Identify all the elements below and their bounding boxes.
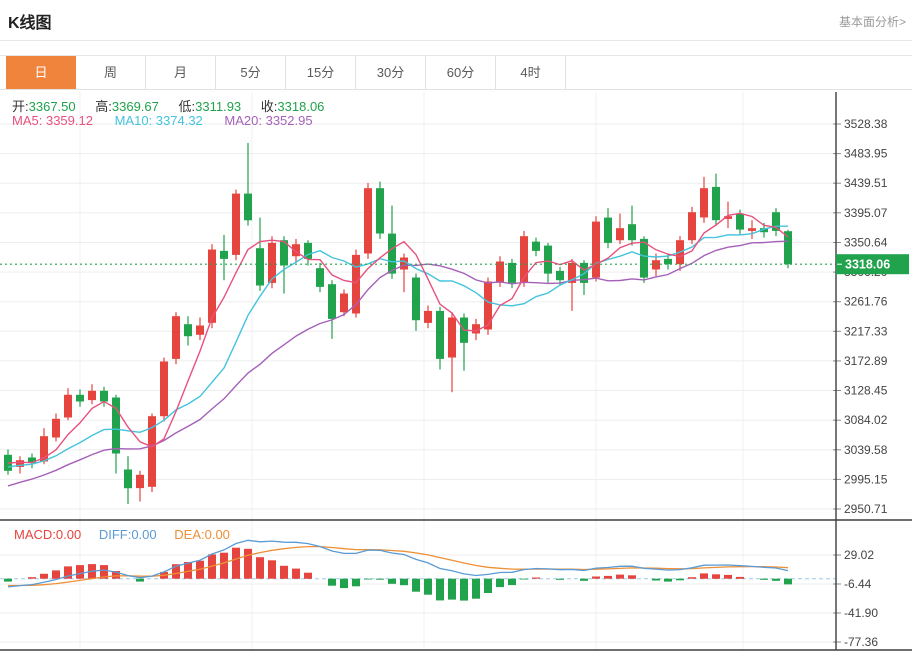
ma5-value: 3359.12	[46, 113, 93, 128]
tab-30分[interactable]: 30分	[356, 56, 426, 89]
ma10-value: 3374.32	[156, 113, 203, 128]
price-tick-label: 3039.58	[844, 443, 888, 457]
tab-5分[interactable]: 5分	[216, 56, 286, 89]
price-tick-label: 3483.95	[844, 147, 888, 161]
macd-tick-label: -6.44	[844, 577, 872, 591]
high-label: 高:	[95, 99, 112, 114]
macd-tick-label: -77.36	[844, 635, 878, 649]
axis-frame	[0, 92, 912, 650]
diff-value: 0.00	[131, 527, 156, 542]
tab-周[interactable]: 周	[76, 56, 146, 89]
low-label: 低:	[179, 99, 196, 114]
ma5-line	[8, 213, 788, 463]
macd-group: MACD:0.00	[14, 527, 81, 542]
dea-label: DEA:	[174, 527, 204, 542]
price-tick-label: 3084.02	[844, 413, 888, 427]
diff-group: DIFF:0.00	[99, 527, 157, 542]
low-group: 低:3311.93	[179, 99, 242, 114]
price-tick-label: 3350.64	[844, 236, 888, 250]
price-tick-label: 3261.76	[844, 295, 888, 309]
high-group: 高:3369.67	[95, 99, 159, 114]
tab-60分[interactable]: 60分	[426, 56, 496, 89]
ma10-group: MA10: 3374.32	[115, 113, 203, 128]
ma20-label: MA20:	[224, 113, 265, 128]
price-tick-label: 2995.15	[844, 472, 888, 486]
ma5-group: MA5: 3359.12	[12, 113, 93, 128]
ma20-value: 3352.95	[266, 113, 313, 128]
low-value: 3311.93	[195, 99, 241, 114]
ma10-label: MA10:	[115, 113, 156, 128]
close-value: 3318.06	[277, 99, 324, 114]
price-tick-label: 3395.07	[844, 206, 888, 220]
kline-page: 3528.383483.953439.513395.073350.643306.…	[0, 0, 912, 654]
ma20-group: MA20: 3352.95	[224, 113, 312, 128]
period-tabs: 日周月5分15分30分60分4时	[6, 56, 566, 89]
dea-group: DEA:0.00	[174, 527, 230, 542]
price-tick-label: 3217.33	[844, 324, 888, 338]
tab-15分[interactable]: 15分	[286, 56, 356, 89]
tab-日[interactable]: 日	[6, 56, 76, 89]
macd-tick-label: -41.90	[844, 606, 878, 620]
page-title: K线图	[8, 9, 52, 33]
tab-月[interactable]: 月	[146, 56, 216, 89]
open-value: 3367.50	[29, 99, 76, 114]
fundamental-analysis-link[interactable]: 基本面分析>	[839, 13, 906, 30]
period-tab-bar: 日周月5分15分30分60分4时	[0, 55, 912, 90]
price-tick-label: 3128.45	[844, 384, 888, 398]
open-label: 开:	[12, 99, 29, 114]
price-tick-label: 3172.89	[844, 354, 888, 368]
diff-label: DIFF:	[99, 527, 132, 542]
page-header: K线图 基本面分析>	[0, 0, 912, 41]
close-label: 收:	[261, 99, 278, 114]
current-price-badge-label: 3318.06	[845, 258, 890, 272]
tab-4时[interactable]: 4时	[496, 56, 566, 89]
current-price-badge: 3318.06	[836, 254, 909, 274]
price-tick-label: 2950.71	[844, 502, 888, 516]
macd-value: 0.00	[56, 527, 81, 542]
dea-value: 0.00	[205, 527, 230, 542]
ma-bar: MA5: 3359.12 MA10: 3374.32 MA20: 3352.95	[12, 113, 313, 128]
high-value: 3369.67	[112, 99, 159, 114]
price-tick-label: 3439.51	[844, 176, 888, 190]
ma5-label: MA5:	[12, 113, 46, 128]
open-group: 开:3367.50	[12, 99, 76, 114]
macd-tick-label: 29.02	[844, 548, 874, 562]
close-group: 收:3318.06	[261, 99, 325, 114]
macd-label: MACD:	[14, 527, 56, 542]
price-tick-label: 3528.38	[844, 117, 888, 131]
macd-indicator-bar: MACD:0.00 DIFF:0.00 DEA:0.00	[14, 527, 230, 542]
ma20-line	[8, 241, 788, 486]
